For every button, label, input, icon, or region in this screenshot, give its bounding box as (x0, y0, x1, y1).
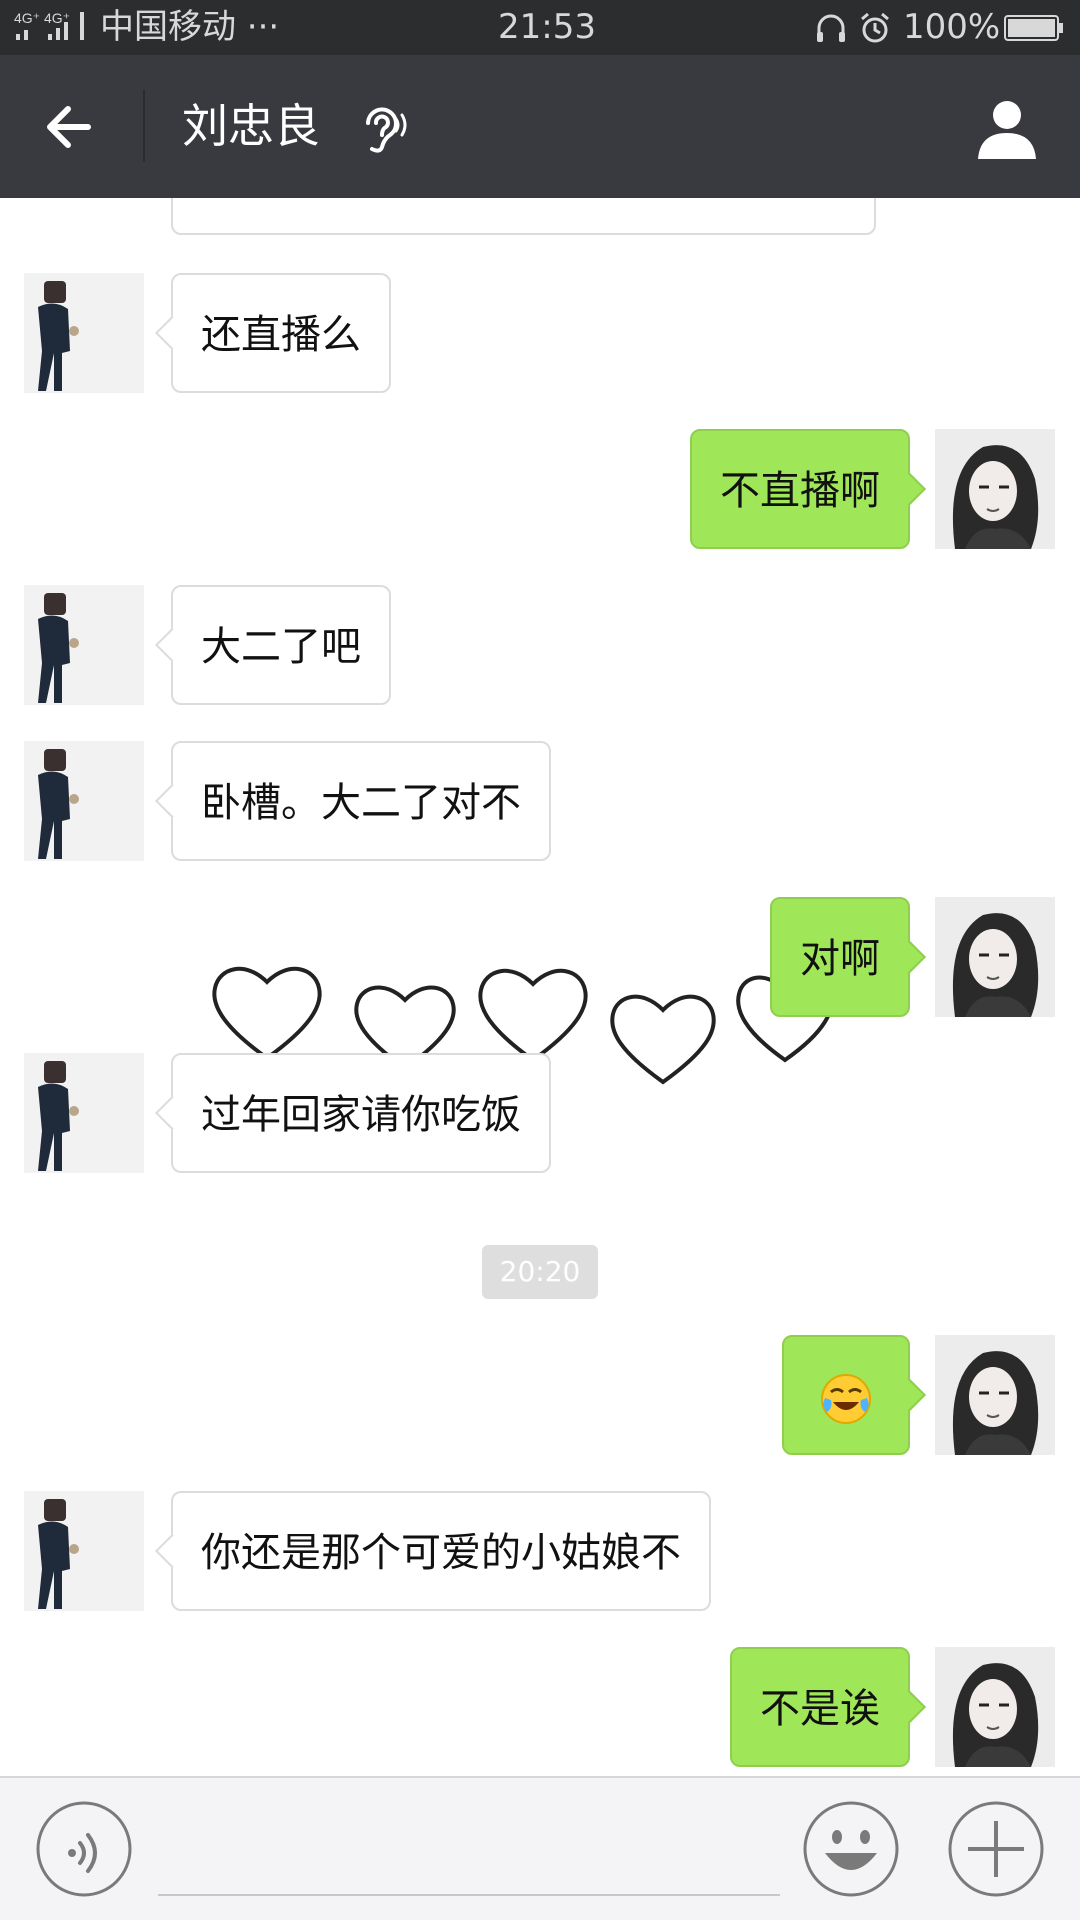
message-bubble-sent[interactable]: 不直播啊 (690, 429, 910, 549)
contact-avatar[interactable] (24, 273, 144, 393)
timestamp-badge: 20:20 (482, 1245, 598, 1299)
message-bubble-sent-emoji[interactable] (782, 1335, 910, 1455)
my-avatar[interactable] (935, 897, 1055, 1017)
woman-portrait-icon (935, 1335, 1055, 1455)
person-figure-icon (24, 1491, 144, 1611)
ear-icon[interactable] (356, 101, 408, 153)
plus-icon[interactable] (948, 1801, 1044, 1897)
message-bubble-received[interactable]: 大二了吧 (171, 585, 391, 705)
message-bubble-sent[interactable]: 对啊 (770, 897, 910, 1017)
person-figure-icon (24, 273, 144, 393)
voice-icon[interactable] (36, 1801, 132, 1897)
message-bubble-received[interactable]: 还直播么 (171, 273, 391, 393)
my-avatar[interactable] (935, 1647, 1055, 1767)
message-bubble-received[interactable]: 你还是那个可爱的小姑娘不 (171, 1491, 711, 1611)
emoji-icon[interactable] (803, 1801, 899, 1897)
woman-portrait-icon (935, 1647, 1055, 1767)
message-bubble-received[interactable]: 过年回家请你吃饭 (171, 1053, 551, 1173)
person-figure-icon (24, 1053, 144, 1173)
message-input[interactable] (158, 1894, 780, 1896)
contact-avatar[interactable] (24, 741, 144, 861)
message-bubble-received[interactable]: 卧槽。大二了对不 (171, 741, 551, 861)
person-figure-icon (24, 741, 144, 861)
battery-percent: 100% (903, 7, 1001, 47)
signal-icon: 4G⁺ 4G⁺ (14, 10, 84, 40)
title-bar: 刘忠良 (0, 55, 1080, 198)
input-bar (0, 1776, 1080, 1920)
svg-text:4G⁺: 4G⁺ (14, 10, 40, 26)
message-bubble-sent[interactable]: 不是诶 (730, 1647, 910, 1767)
contact-avatar[interactable] (24, 1053, 144, 1173)
woman-portrait-icon (935, 429, 1055, 549)
person-figure-icon (24, 585, 144, 705)
chat-title: 刘忠良 (182, 99, 320, 153)
my-avatar[interactable] (935, 1335, 1055, 1455)
message-list[interactable]: 还直播么 不直播啊 大二了吧 卧槽。大二了对不 对啊 过年回家请你吃饭 20:2… (0, 198, 1080, 1776)
alarm-icon (861, 12, 889, 43)
crying-laughing-emoji-icon (821, 1374, 871, 1424)
battery-icon (1004, 15, 1063, 41)
status-bar: 4G⁺ 4G⁺ 中国移动 ··· 21:53 100% (0, 0, 1080, 55)
woman-portrait-icon (935, 897, 1055, 1017)
contact-avatar[interactable] (24, 1491, 144, 1611)
carrier-label: 中国移动 ··· (100, 7, 280, 47)
title-divider (143, 90, 145, 162)
my-avatar[interactable] (935, 429, 1055, 549)
message-bubble-partial (171, 198, 876, 235)
person-icon[interactable] (974, 95, 1040, 161)
headphone-icon (817, 14, 845, 42)
contact-avatar[interactable] (24, 585, 144, 705)
back-arrow-icon[interactable] (40, 97, 100, 157)
chat-screen: 4G⁺ 4G⁺ 中国移动 ··· 21:53 100% 刘忠良 还直播么 不直播… (0, 0, 1080, 1920)
clock: 21:53 (498, 7, 596, 47)
